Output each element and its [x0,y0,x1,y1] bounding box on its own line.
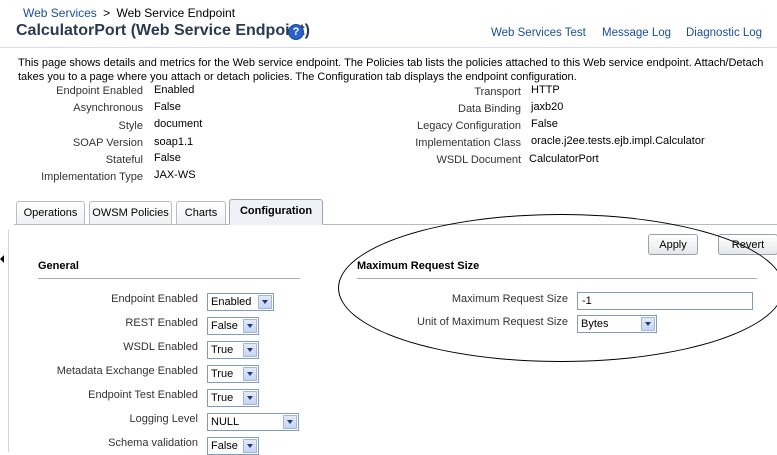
prop-value-soap-version: soap1.1 [154,136,194,148]
label-endpoint-enabled: Endpoint Enabled [111,293,198,305]
label-metadata-exchange-enabled: Metadata Exchange Enabled [56,365,198,377]
endpoint-enabled-value: Enabled [211,296,252,308]
breadcrumb: Web Services > Web Service Endpoint [23,6,235,20]
prop-value-data-binding: jaxb20 [531,101,564,113]
endpoint-test-enabled-select[interactable]: True [207,389,259,407]
collapse-arrow-icon[interactable] [0,255,4,263]
tab-owsm-policies[interactable]: OWSM Policies [89,201,172,224]
page-title: CalculatorPort (Web Service Endpoint) [16,22,310,39]
diagnostic-log-link[interactable]: Diagnostic Log [686,27,762,39]
label-logging-level: Logging Level [129,413,198,425]
general-section-rule [38,278,300,279]
chevron-down-icon [283,415,297,429]
endpoint-test-enabled-value: True [211,392,234,404]
label-rest-enabled: REST Enabled [125,317,198,329]
prop-value-implementation-type: JAX-WS [154,169,196,181]
breadcrumb-current: Web Service Endpoint [116,6,236,20]
wsdl-document-link[interactable]: CalculatorPort [529,153,599,165]
label-wsdl-enabled: WSDL Enabled [123,341,198,353]
breadcrumb-link-web-services[interactable]: Web Services [23,6,97,20]
tab-configuration[interactable]: Configuration [229,199,323,225]
chevron-down-icon [243,367,257,381]
metadata-exchange-enabled-select[interactable]: True [207,365,259,383]
prop-label-implementation-type: Implementation Type [41,171,143,183]
general-section-title: General [38,260,79,272]
prop-label-transport: Transport [474,86,521,98]
prop-value-implementation-class: oracle.j2ee.tests.ejb.impl.Calculator [531,135,705,147]
endpoint-enabled-select[interactable]: Enabled [207,293,274,311]
rest-enabled-select[interactable]: False [207,317,259,335]
chevron-down-icon [243,391,257,405]
logging-level-value: NULL [211,416,240,428]
prop-value-endpoint-enabled: Enabled [154,84,195,96]
label-endpoint-test-enabled: Endpoint Test Enabled [88,389,198,401]
tab-operations[interactable]: Operations [16,201,85,224]
page-description: This page shows details and metrics for … [18,57,764,83]
breadcrumb-separator: > [103,6,111,20]
logging-level-select[interactable]: NULL [207,413,299,431]
highlight-ellipse-annotation [338,214,777,362]
prop-label-endpoint-enabled: Endpoint Enabled [56,85,143,97]
prop-value-legacy-configuration: False [531,118,558,130]
header-divider [0,47,777,48]
metadata-exchange-enabled-value: True [211,368,234,380]
chevron-down-icon [243,439,257,453]
prop-value-asynchronous: False [154,101,181,113]
prop-label-style: Style [118,120,143,132]
wsdl-enabled-select[interactable]: True [207,341,259,359]
prop-value-transport: HTTP [531,84,560,96]
prop-label-legacy-configuration: Legacy Configuration [417,120,521,132]
label-schema-validation: Schema validation [108,437,198,449]
prop-label-data-binding: Data Binding [458,103,521,115]
schema-validation-select[interactable]: False [207,437,259,455]
chevron-down-icon [258,295,272,309]
prop-value-stateful: False [154,152,181,164]
prop-label-implementation-class: Implementation Class [415,137,521,149]
prop-label-asynchronous: Asynchronous [73,102,143,114]
prop-label-stateful: Stateful [105,154,143,166]
web-services-test-link[interactable]: Web Services Test [491,27,586,39]
rest-enabled-value: False [211,320,238,332]
tab-charts[interactable]: Charts [176,201,226,224]
splitter-bar[interactable] [8,230,9,452]
wsdl-enabled-value: True [211,344,234,356]
prop-value-style: document [154,118,203,130]
prop-label-wsdl-document: WSDL Document [436,154,521,166]
prop-label-soap-version: SOAP Version [72,137,143,149]
message-log-link[interactable]: Message Log [602,27,671,39]
help-icon[interactable]: ? [288,24,304,40]
chevron-down-icon [243,343,257,357]
schema-validation-value: False [211,440,238,452]
chevron-down-icon [243,319,257,333]
